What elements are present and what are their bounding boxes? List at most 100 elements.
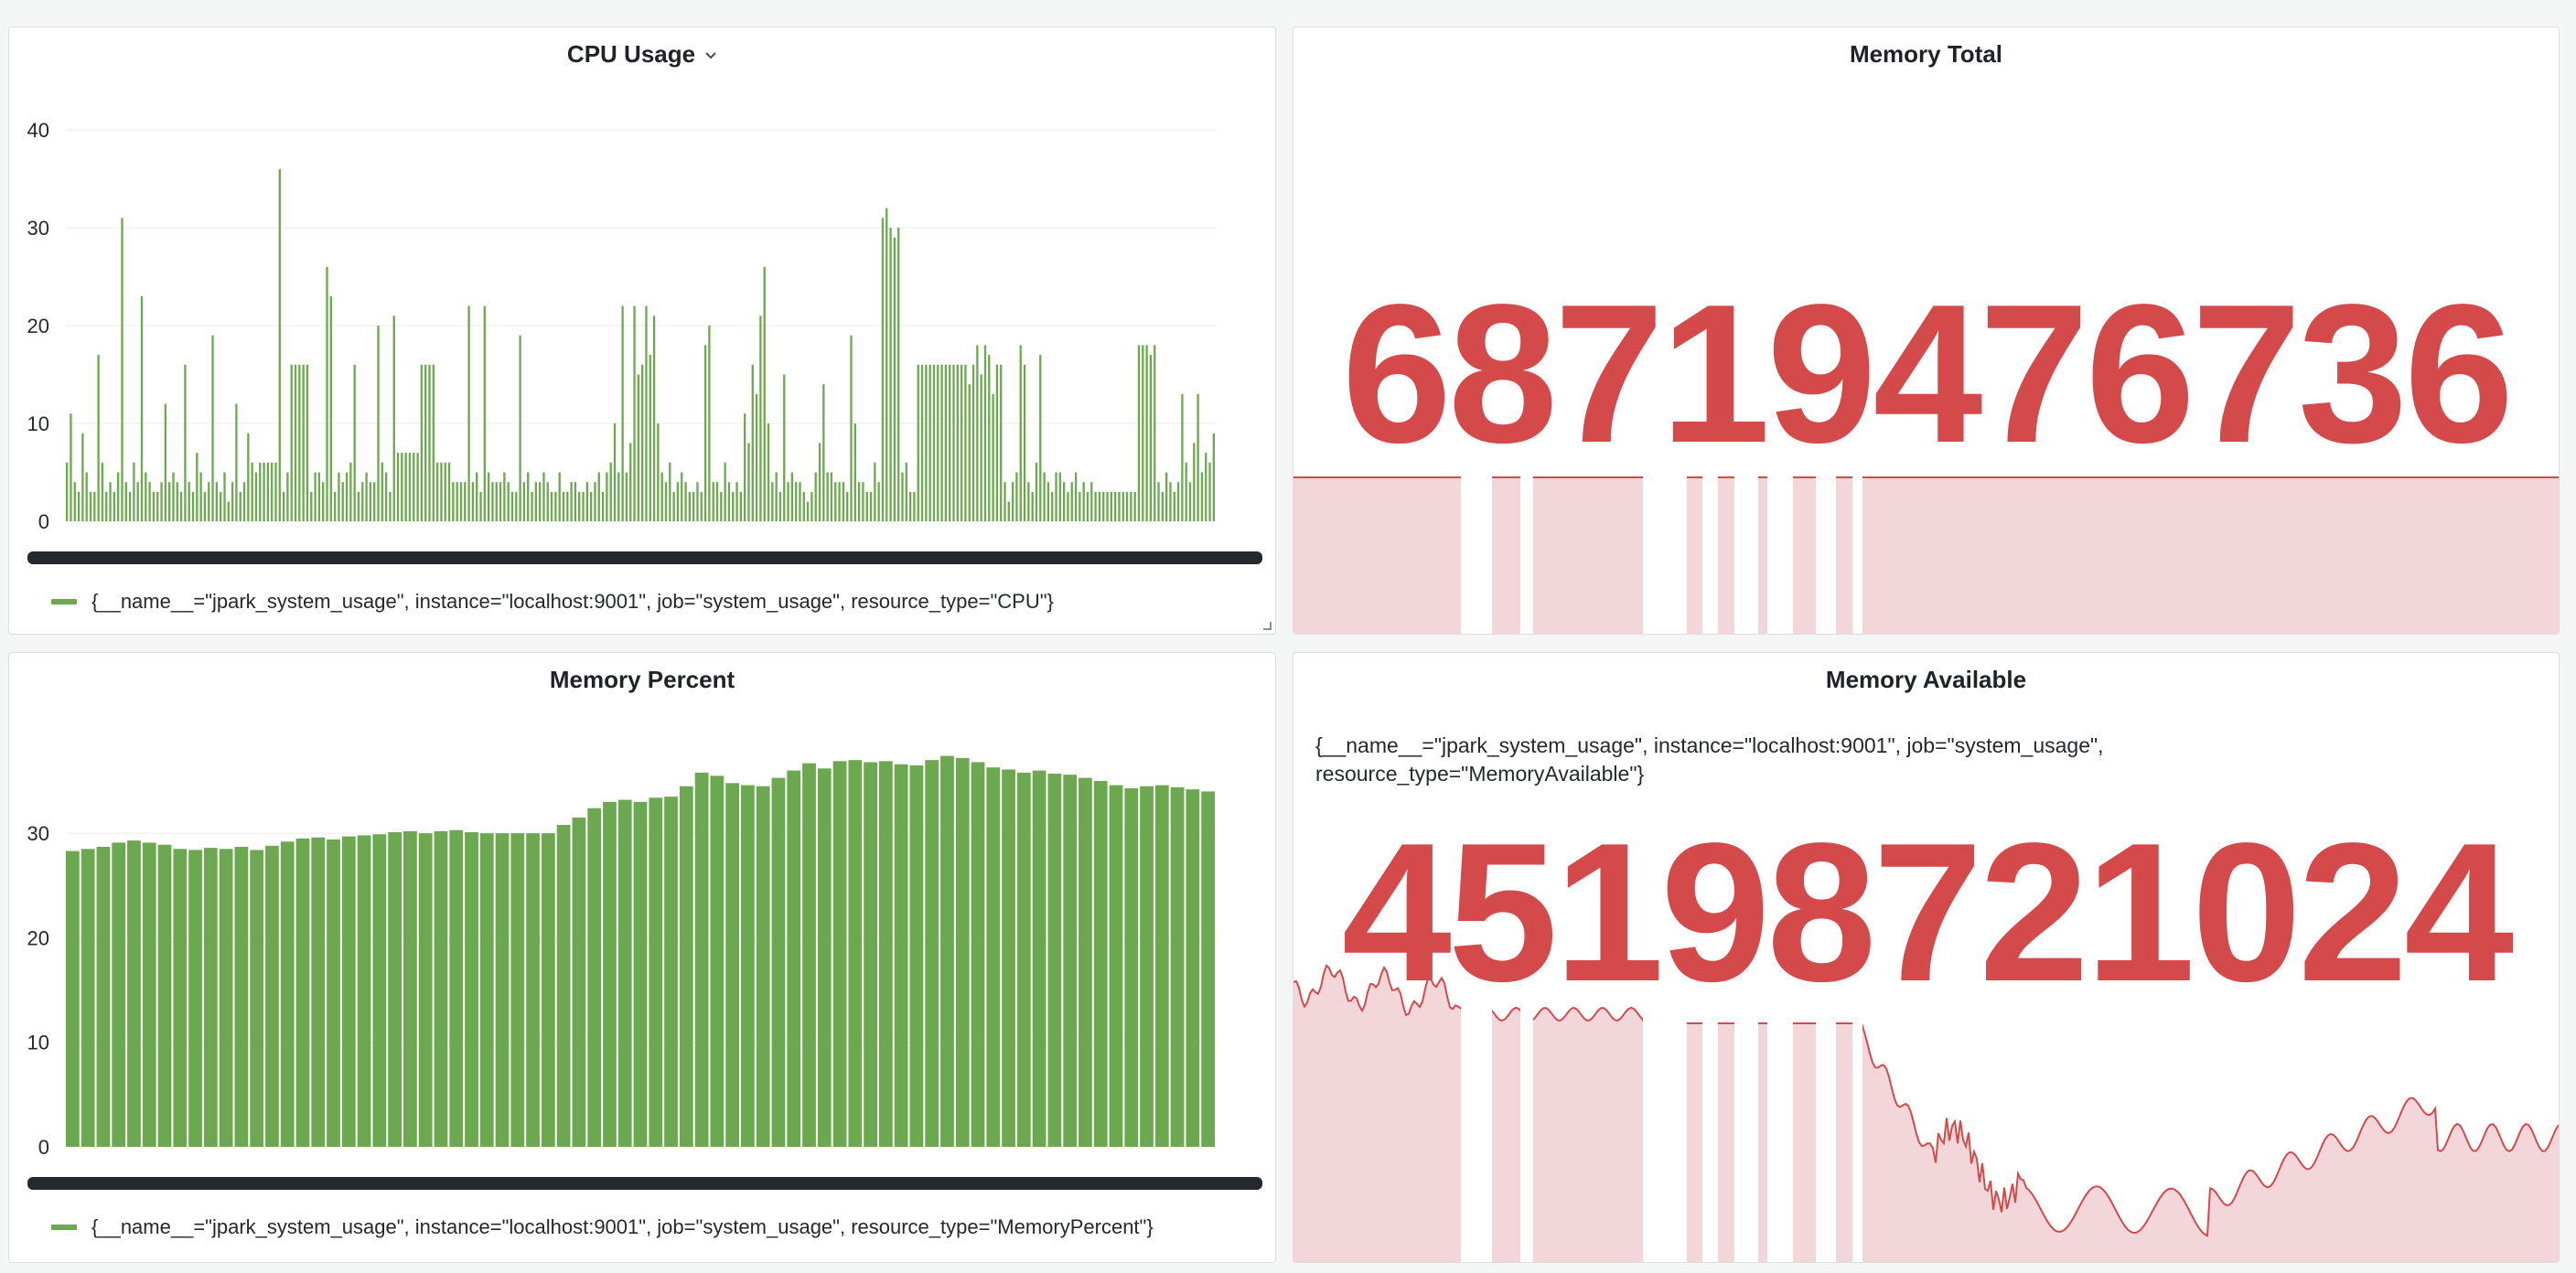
- bar: [1200, 472, 1204, 521]
- bar: [121, 218, 123, 522]
- bar: [128, 491, 132, 521]
- bar: [1058, 472, 1061, 521]
- bar: [1070, 482, 1073, 521]
- bar: [184, 364, 187, 521]
- bar: [396, 453, 400, 521]
- cpu-legend[interactable]: {__name__="jpark_system_usage", instance…: [51, 590, 1054, 614]
- bar: [254, 472, 258, 521]
- memory-available-panel: Memory Available {__name__="jpark_system…: [1293, 652, 2560, 1263]
- bar: [688, 491, 692, 521]
- memory-percent-legend-label[interactable]: {__name__="jpark_system_usage", instance…: [91, 1215, 1154, 1239]
- bar: [869, 491, 873, 521]
- bar: [333, 491, 337, 521]
- bar: [435, 462, 439, 521]
- bar: [715, 482, 719, 521]
- bar: [66, 462, 69, 521]
- bar: [795, 482, 798, 521]
- bar: [645, 305, 648, 521]
- bar: [1055, 472, 1057, 521]
- bar: [901, 472, 904, 521]
- bar: [1047, 774, 1062, 1147]
- bar: [173, 849, 188, 1147]
- bar: [416, 453, 419, 521]
- bar: [556, 825, 571, 1147]
- bar: [97, 355, 100, 521]
- bar: [1074, 472, 1078, 521]
- bar: [81, 433, 84, 521]
- bar: [459, 482, 463, 521]
- bar: [783, 374, 786, 521]
- bar: [282, 491, 285, 521]
- bar: [70, 413, 72, 521]
- memory-total-title[interactable]: Memory Total: [1293, 40, 2559, 71]
- bar: [322, 482, 325, 521]
- bar: [434, 830, 448, 1147]
- bar: [589, 491, 593, 521]
- bar: [679, 786, 693, 1147]
- bar: [893, 237, 896, 521]
- bar: [669, 462, 671, 521]
- bar: [172, 472, 175, 521]
- bar: [495, 833, 510, 1147]
- resize-handle-icon[interactable]: [1261, 619, 1272, 630]
- bar: [1051, 491, 1054, 521]
- bar: [739, 491, 743, 521]
- bar: [1079, 777, 1092, 1147]
- bar: [1122, 491, 1124, 521]
- bar: [1205, 453, 1208, 521]
- bar: [349, 462, 352, 521]
- bar: [476, 472, 478, 521]
- bar: [538, 482, 542, 521]
- bar: [1201, 791, 1215, 1147]
- bar: [117, 472, 120, 521]
- bar: [491, 482, 494, 521]
- bar: [881, 218, 885, 522]
- bar: [864, 762, 877, 1147]
- bar: [558, 472, 561, 521]
- bar: [1016, 772, 1031, 1147]
- bar: [1185, 462, 1187, 521]
- y-tick-label: 40: [27, 119, 49, 142]
- bar: [971, 762, 985, 1147]
- bar: [479, 491, 482, 521]
- bar: [227, 501, 230, 521]
- bar: [1154, 785, 1169, 1147]
- memory-percent-legend[interactable]: {__name__="jpark_system_usage", instance…: [51, 1215, 1154, 1239]
- bar: [294, 364, 297, 521]
- bar: [295, 838, 310, 1147]
- bar: [853, 423, 856, 521]
- bar: [980, 374, 982, 521]
- bar: [964, 364, 967, 521]
- bar: [1133, 491, 1136, 521]
- bar: [1113, 491, 1117, 521]
- bar: [345, 472, 349, 521]
- bar: [317, 472, 321, 521]
- bar: [850, 335, 853, 521]
- bar: [877, 482, 880, 521]
- bar: [920, 364, 924, 521]
- bar: [271, 462, 274, 521]
- bar: [712, 482, 714, 521]
- bar: [1093, 781, 1108, 1147]
- memory-available-title[interactable]: Memory Available: [1293, 666, 2559, 697]
- bar: [265, 845, 279, 1147]
- bar: [152, 491, 156, 521]
- bar: [944, 364, 948, 521]
- bar: [1173, 491, 1175, 521]
- bar: [621, 305, 624, 521]
- bar: [73, 482, 76, 521]
- bar: [629, 443, 632, 521]
- bar: [302, 364, 305, 521]
- bar: [413, 453, 415, 521]
- bar: [585, 482, 588, 521]
- bar: [105, 491, 108, 521]
- bar: [625, 472, 628, 521]
- bar: [136, 482, 139, 521]
- bar: [515, 491, 518, 521]
- bar: [1165, 472, 1168, 521]
- bar: [1124, 788, 1139, 1147]
- cpu-legend-label[interactable]: {__name__="jpark_system_usage", instance…: [91, 590, 1054, 614]
- bar: [404, 453, 407, 521]
- bar: [1197, 393, 1199, 521]
- y-tick-label: 20: [27, 315, 49, 337]
